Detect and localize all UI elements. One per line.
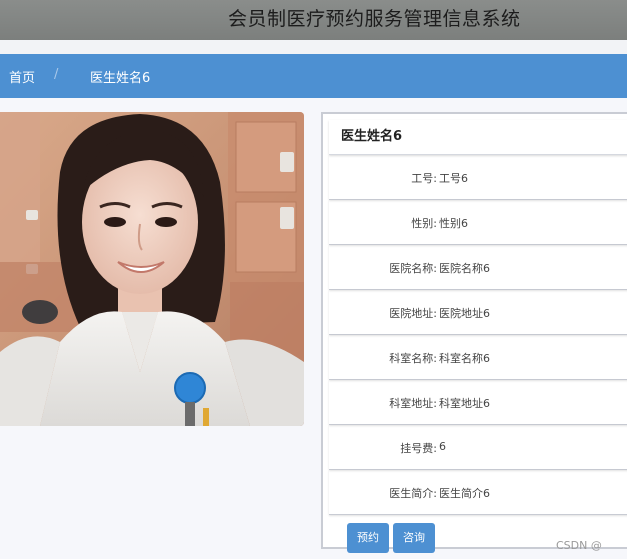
breadcrumb-current: 医生姓名6 xyxy=(90,71,151,86)
info-value: 科室地址6 xyxy=(439,397,490,410)
breadcrumb-home-link[interactable]: 首页 xyxy=(9,67,35,86)
breadcrumb: 首页 / 医生姓名6 xyxy=(0,54,627,98)
info-value: 工号6 xyxy=(439,172,468,185)
site-title: 会员制医疗预约服务管理信息系统 xyxy=(228,8,521,30)
info-row-hospital-address: 医院地址: 医院地址6 xyxy=(329,290,627,335)
info-row-gender: 性别: 性别6 xyxy=(329,200,627,245)
info-row-doctor-intro: 医生简介: 医生简介6 xyxy=(329,470,627,515)
info-label: 医生简介: xyxy=(389,487,437,500)
info-row-employee-id: 工号: 工号6 xyxy=(329,155,627,200)
doctor-name-title: 医生姓名6 xyxy=(329,120,627,155)
info-label: 工号: xyxy=(411,172,437,185)
action-buttons: 预约 咨询 xyxy=(329,515,627,559)
info-label: 科室名称: xyxy=(389,352,437,365)
info-value: 医生简介6 xyxy=(439,487,490,500)
info-row-hospital-name: 医院名称: 医院名称6 xyxy=(329,245,627,290)
watermark: CSDN @ xyxy=(556,539,602,552)
info-value: 医院名称6 xyxy=(439,262,490,275)
info-value: 6 xyxy=(439,440,446,453)
info-value: 科室名称6 xyxy=(439,352,490,365)
breadcrumb-separator: / xyxy=(54,67,59,82)
doctor-info-panel: 医生姓名6 工号: 工号6 性别: 性别6 医院名称: 医院名称6 医院地址: … xyxy=(321,112,627,553)
info-label: 医院名称: xyxy=(389,262,437,275)
info-label: 挂号费: xyxy=(400,442,437,455)
info-row-department-name: 科室名称: 科室名称6 xyxy=(329,335,627,380)
header-divider xyxy=(0,40,627,54)
info-value: 性别6 xyxy=(439,217,468,230)
info-label: 科室地址: xyxy=(389,397,437,410)
top-header: 会员制医疗预约服务管理信息系统 xyxy=(0,0,627,40)
info-value: 医院地址6 xyxy=(439,307,490,320)
info-label: 性别: xyxy=(411,217,437,230)
info-row-registration-fee: 挂号费: 6 xyxy=(329,425,627,470)
info-label: 医院地址: xyxy=(389,307,437,320)
info-row-department-address: 科室地址: 科室地址6 xyxy=(329,380,627,425)
doctor-photo xyxy=(0,112,304,426)
